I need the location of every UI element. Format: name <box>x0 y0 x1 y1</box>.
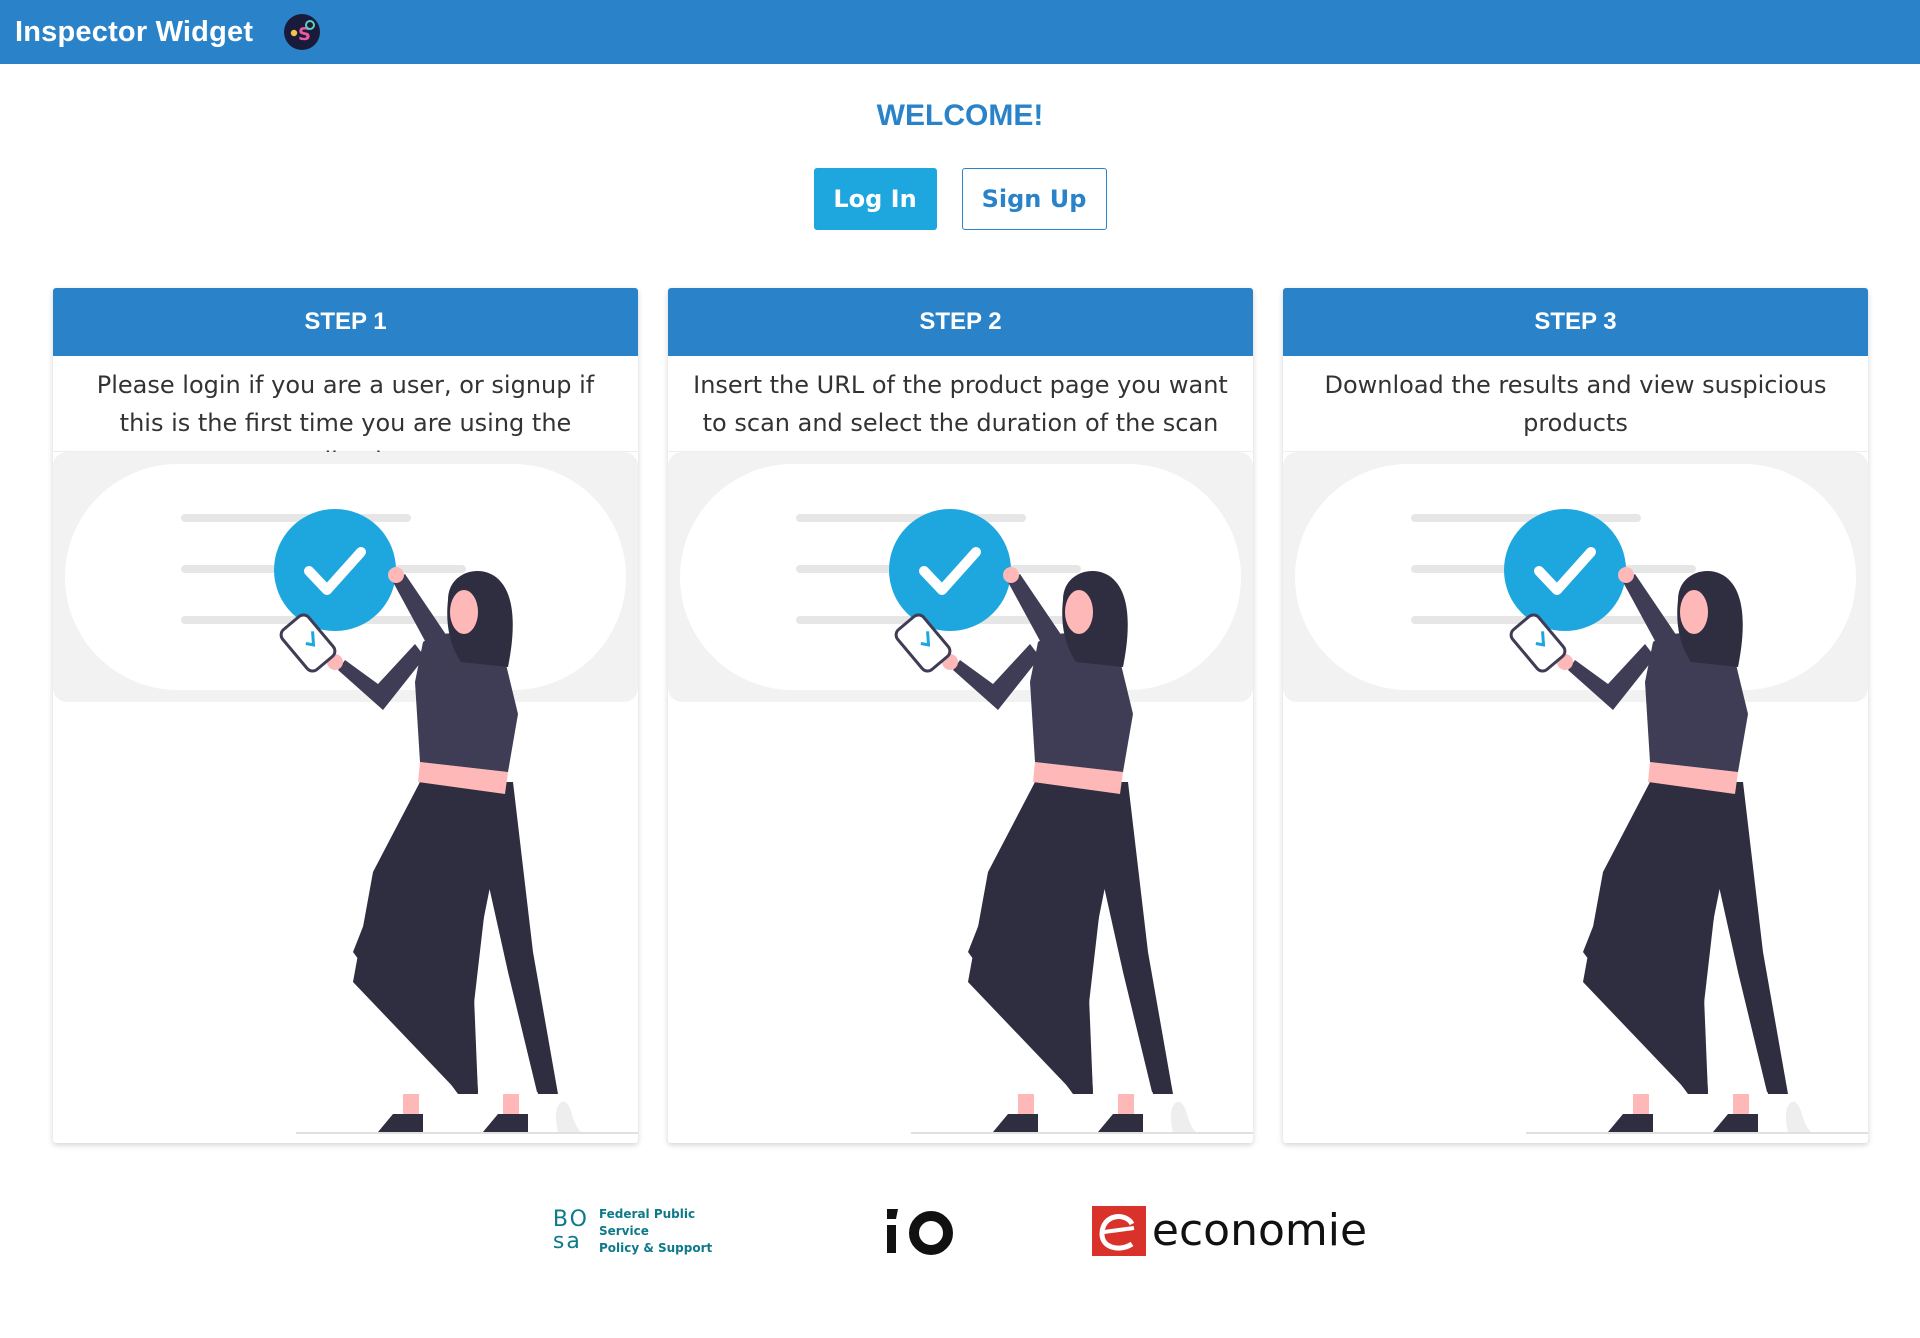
placeholder-line <box>796 514 1026 522</box>
checkmark-circle <box>1504 509 1626 631</box>
steps-row: STEP 1 Please login if you are a user, o… <box>53 288 1868 1143</box>
ground-line <box>296 1132 638 1134</box>
footer-logos: BO sa Federal Public Service Policy & Su… <box>0 1205 1920 1257</box>
step-card-3: STEP 3 Download the results and view sus… <box>1283 288 1868 1143</box>
face <box>1065 590 1093 634</box>
face <box>450 590 478 634</box>
bosa-line-1: Federal Public Service <box>598 1206 696 1238</box>
bosa-text: Federal Public Service Policy & Support <box>599 1206 743 1257</box>
economie-text: economie <box>1151 1205 1368 1256</box>
app-logo-icon: S <box>284 14 321 50</box>
plant-shape <box>555 1101 581 1132</box>
woman-checkmark-illustration <box>668 452 1253 1134</box>
step-card-1: STEP 1 Please login if you are a user, o… <box>53 288 638 1143</box>
step-description: Download the results and view suspicious… <box>1283 356 1868 452</box>
checkmark-circle <box>889 509 1011 631</box>
bosa-mark-top: BO <box>552 1207 589 1232</box>
bosa-line-2: Policy & Support <box>598 1240 713 1255</box>
economie-logo: economie <box>1091 1205 1368 1256</box>
top-bar: Inspector Widget S <box>0 0 1920 64</box>
woman-checkmark-illustration <box>1283 452 1868 1134</box>
ground-line <box>1526 1132 1868 1134</box>
step-description: Please login if you are a user, or signu… <box>53 356 638 475</box>
shoe <box>1608 1114 1653 1132</box>
step-card-2: STEP 2 Insert the URL of the product pag… <box>668 288 1253 1143</box>
bosa-logo: BO sa Federal Public Service Policy & Su… <box>553 1206 743 1257</box>
login-button[interactable]: Log In <box>813 168 937 230</box>
step-title: STEP 2 <box>668 288 1253 356</box>
svg-text:S: S <box>298 24 311 45</box>
bosa-mark: BO sa <box>553 1209 589 1253</box>
ground-line <box>911 1132 1253 1134</box>
shoe <box>1098 1114 1143 1132</box>
bosa-mark-bottom: sa <box>552 1229 582 1254</box>
shoe <box>1713 1114 1758 1132</box>
placeholder-line <box>1411 514 1641 522</box>
step-description: Insert the URL of the product page you w… <box>668 356 1253 452</box>
signup-button[interactable]: Sign Up <box>961 168 1107 230</box>
app-title: Inspector Widget <box>15 15 254 48</box>
auth-buttons: Log In Sign Up <box>0 168 1920 230</box>
plant-shape <box>1170 1101 1196 1132</box>
placeholder-line <box>181 514 411 522</box>
plant-shape <box>1785 1101 1811 1132</box>
step-title: STEP 3 <box>1283 288 1868 356</box>
shoe <box>378 1114 423 1132</box>
woman-checkmark-illustration <box>53 452 638 1134</box>
io-logo-icon <box>886 1209 953 1255</box>
economie-mark-icon <box>1091 1206 1146 1256</box>
step-title: STEP 1 <box>53 288 638 356</box>
shoe <box>483 1114 528 1132</box>
checkmark-circle <box>274 509 396 631</box>
face <box>1680 590 1708 634</box>
welcome-heading: WELCOME! <box>876 99 1044 132</box>
shoe <box>993 1114 1038 1132</box>
